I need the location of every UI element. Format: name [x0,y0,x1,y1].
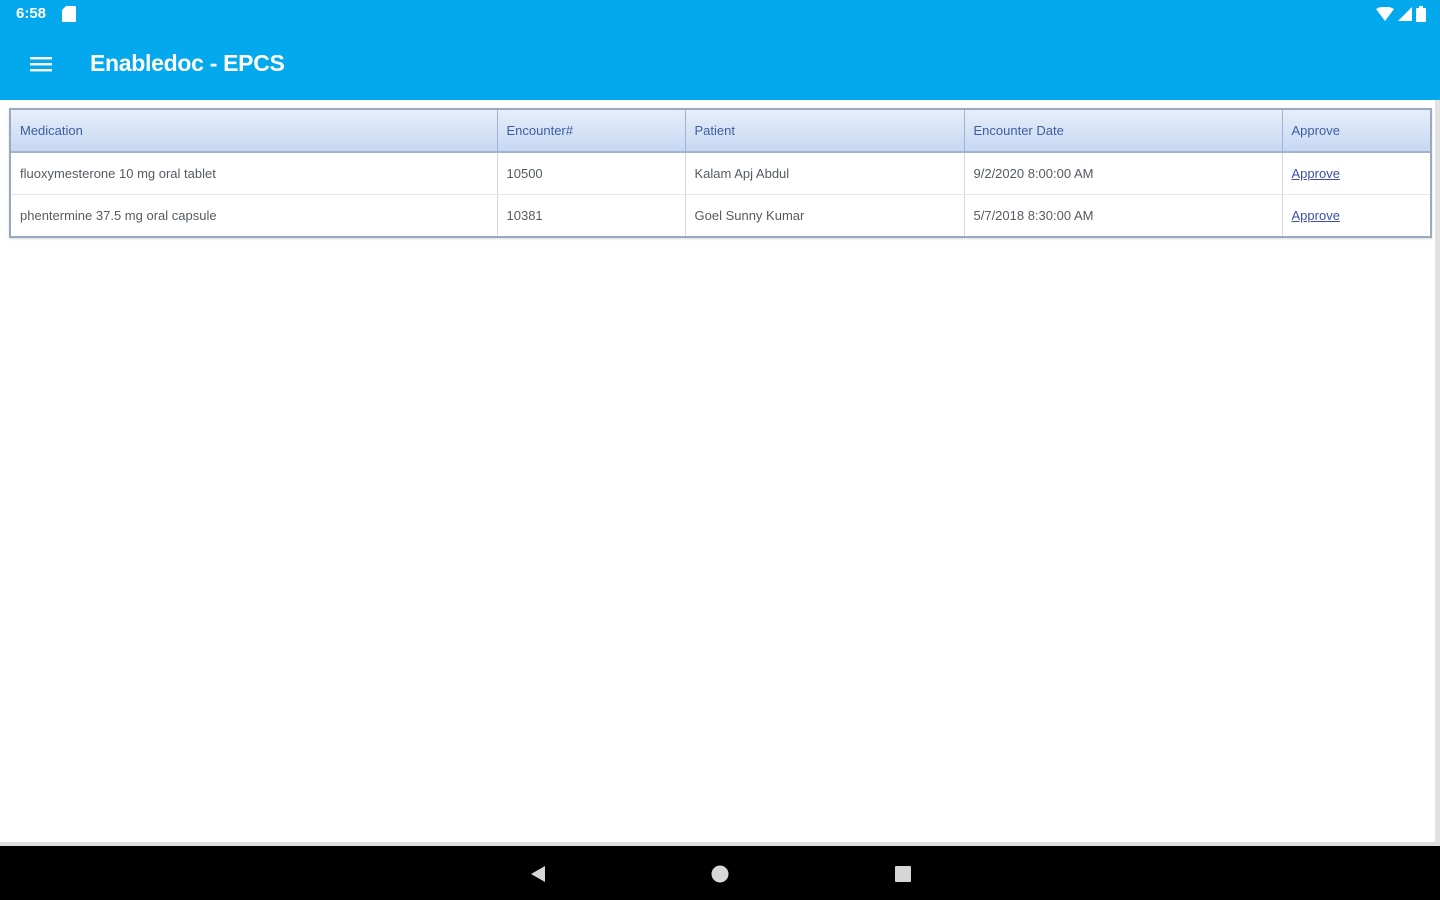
table-header-row: Medication Encounter# Patient Encounter … [11,110,1430,153]
recents-square-icon [895,866,911,882]
encounter-date-cell: 9/2/2020 8:00:00 AM [964,152,1283,195]
app-bar: 6:58 Enabledoc - EPCS [0,0,1440,100]
scroll-edge [1435,100,1440,844]
status-bar: 6:58 [0,0,1440,28]
table-row: fluoxymesterone 10 mg oral tablet 10500 … [11,152,1430,195]
back-triangle-icon [531,866,545,882]
encounter-cell: 10381 [497,194,686,236]
status-time: 6:58 [16,5,47,22]
patient-cell: Kalam Apj Abdul [685,152,965,195]
medication-cell: fluoxymesterone 10 mg oral tablet [11,152,498,195]
medication-table: Medication Encounter# Patient Encounter … [11,110,1430,236]
column-header-encounter-date[interactable]: Encounter Date [964,110,1283,153]
back-button[interactable] [524,860,552,888]
home-button[interactable] [706,860,734,888]
column-header-approve[interactable]: Approve [1282,110,1430,153]
approve-cell: Approve [1282,194,1430,236]
hamburger-menu-icon [30,57,52,72]
approve-cell: Approve [1282,152,1430,195]
column-header-encounter[interactable]: Encounter# [497,110,686,153]
recents-button[interactable] [889,860,917,888]
wifi-icon [1376,7,1394,21]
cellular-signal-icon [1398,7,1412,21]
encounter-cell: 10500 [497,152,686,195]
approve-link[interactable]: Approve [1292,166,1340,181]
column-header-medication[interactable]: Medication [11,110,498,153]
home-circle-icon [711,865,729,883]
sd-card-icon [62,6,76,22]
column-header-patient[interactable]: Patient [685,110,965,153]
medication-cell: phentermine 37.5 mg oral capsule [11,194,498,236]
battery-icon [1416,6,1426,22]
encounter-date-cell: 5/7/2018 8:30:00 AM [964,194,1283,236]
page-title: Enabledoc - EPCS [90,50,285,76]
navigation-bar [0,846,1440,900]
patient-cell: Goel Sunny Kumar [685,194,965,236]
menu-button[interactable] [22,44,60,84]
approve-link[interactable]: Approve [1292,208,1340,223]
medication-grid: Medication Encounter# Patient Encounter … [9,108,1432,238]
status-icons [1376,5,1426,23]
table-row: phentermine 37.5 mg oral capsule 10381 G… [11,194,1430,236]
